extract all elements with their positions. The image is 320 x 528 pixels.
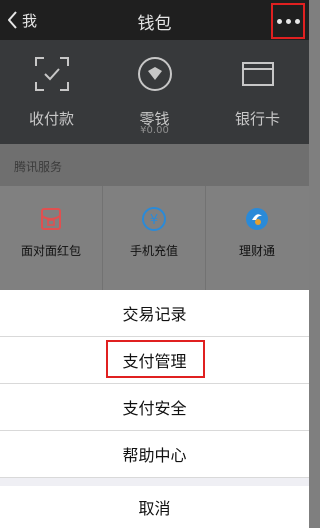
option-label: 支付安全 [122, 399, 187, 418]
change-balance: ¥0.00 [140, 125, 169, 136]
service-mobile-topup[interactable]: ¥ 手机充值 [103, 186, 205, 296]
service-label: 面对面红包 [20, 244, 81, 258]
wallet-topbar: 收付款 零钱 ¥0.00 银行卡 [0, 40, 309, 144]
card-icon [242, 62, 274, 86]
wealth-icon [246, 208, 268, 230]
cancel-button[interactable]: 取消 [0, 486, 309, 528]
service-label: 理财通 [238, 244, 275, 258]
change-tile[interactable]: 零钱 ¥0.00 [103, 40, 206, 144]
services-grid: 面对面红包 ¥ 手机充值 理财通 [0, 186, 309, 296]
scan-pay-icon [35, 57, 69, 91]
service-wealth[interactable]: 理财通 [206, 186, 308, 296]
highlight-box [106, 340, 205, 378]
red-packet-icon [41, 208, 61, 230]
bank-card-label: 银行卡 [234, 110, 280, 128]
section-title: 腾讯服务 [14, 160, 63, 174]
more-dot-icon [276, 18, 282, 24]
option-payment-security[interactable]: 支付安全 [0, 384, 309, 431]
receive-pay-tile[interactable]: 收付款 [0, 40, 103, 144]
svg-text:¥: ¥ [150, 213, 158, 228]
option-label: 交易记录 [122, 305, 187, 324]
service-red-packet[interactable]: 面对面红包 [0, 186, 102, 296]
option-label: 帮助中心 [122, 446, 187, 465]
coin-icon [138, 57, 172, 91]
yen-circle-icon: ¥ [142, 207, 166, 231]
page-title: 钱包 [137, 14, 172, 34]
receive-pay-label: 收付款 [28, 110, 74, 128]
option-transactions[interactable]: 交易记录 [0, 290, 309, 337]
bank-card-tile[interactable]: 银行卡 [206, 40, 309, 144]
service-label: 手机充值 [129, 244, 178, 258]
nav-bar: 我 钱包 [0, 0, 309, 40]
more-button[interactable] [271, 3, 305, 39]
more-dot-icon [294, 18, 300, 24]
section-header: 腾讯服务 [0, 144, 309, 186]
action-sheet: 交易记录 支付管理 支付安全 帮助中心 取消 [0, 290, 309, 528]
option-help-center[interactable]: 帮助中心 [0, 431, 309, 478]
more-dot-icon [285, 18, 291, 24]
